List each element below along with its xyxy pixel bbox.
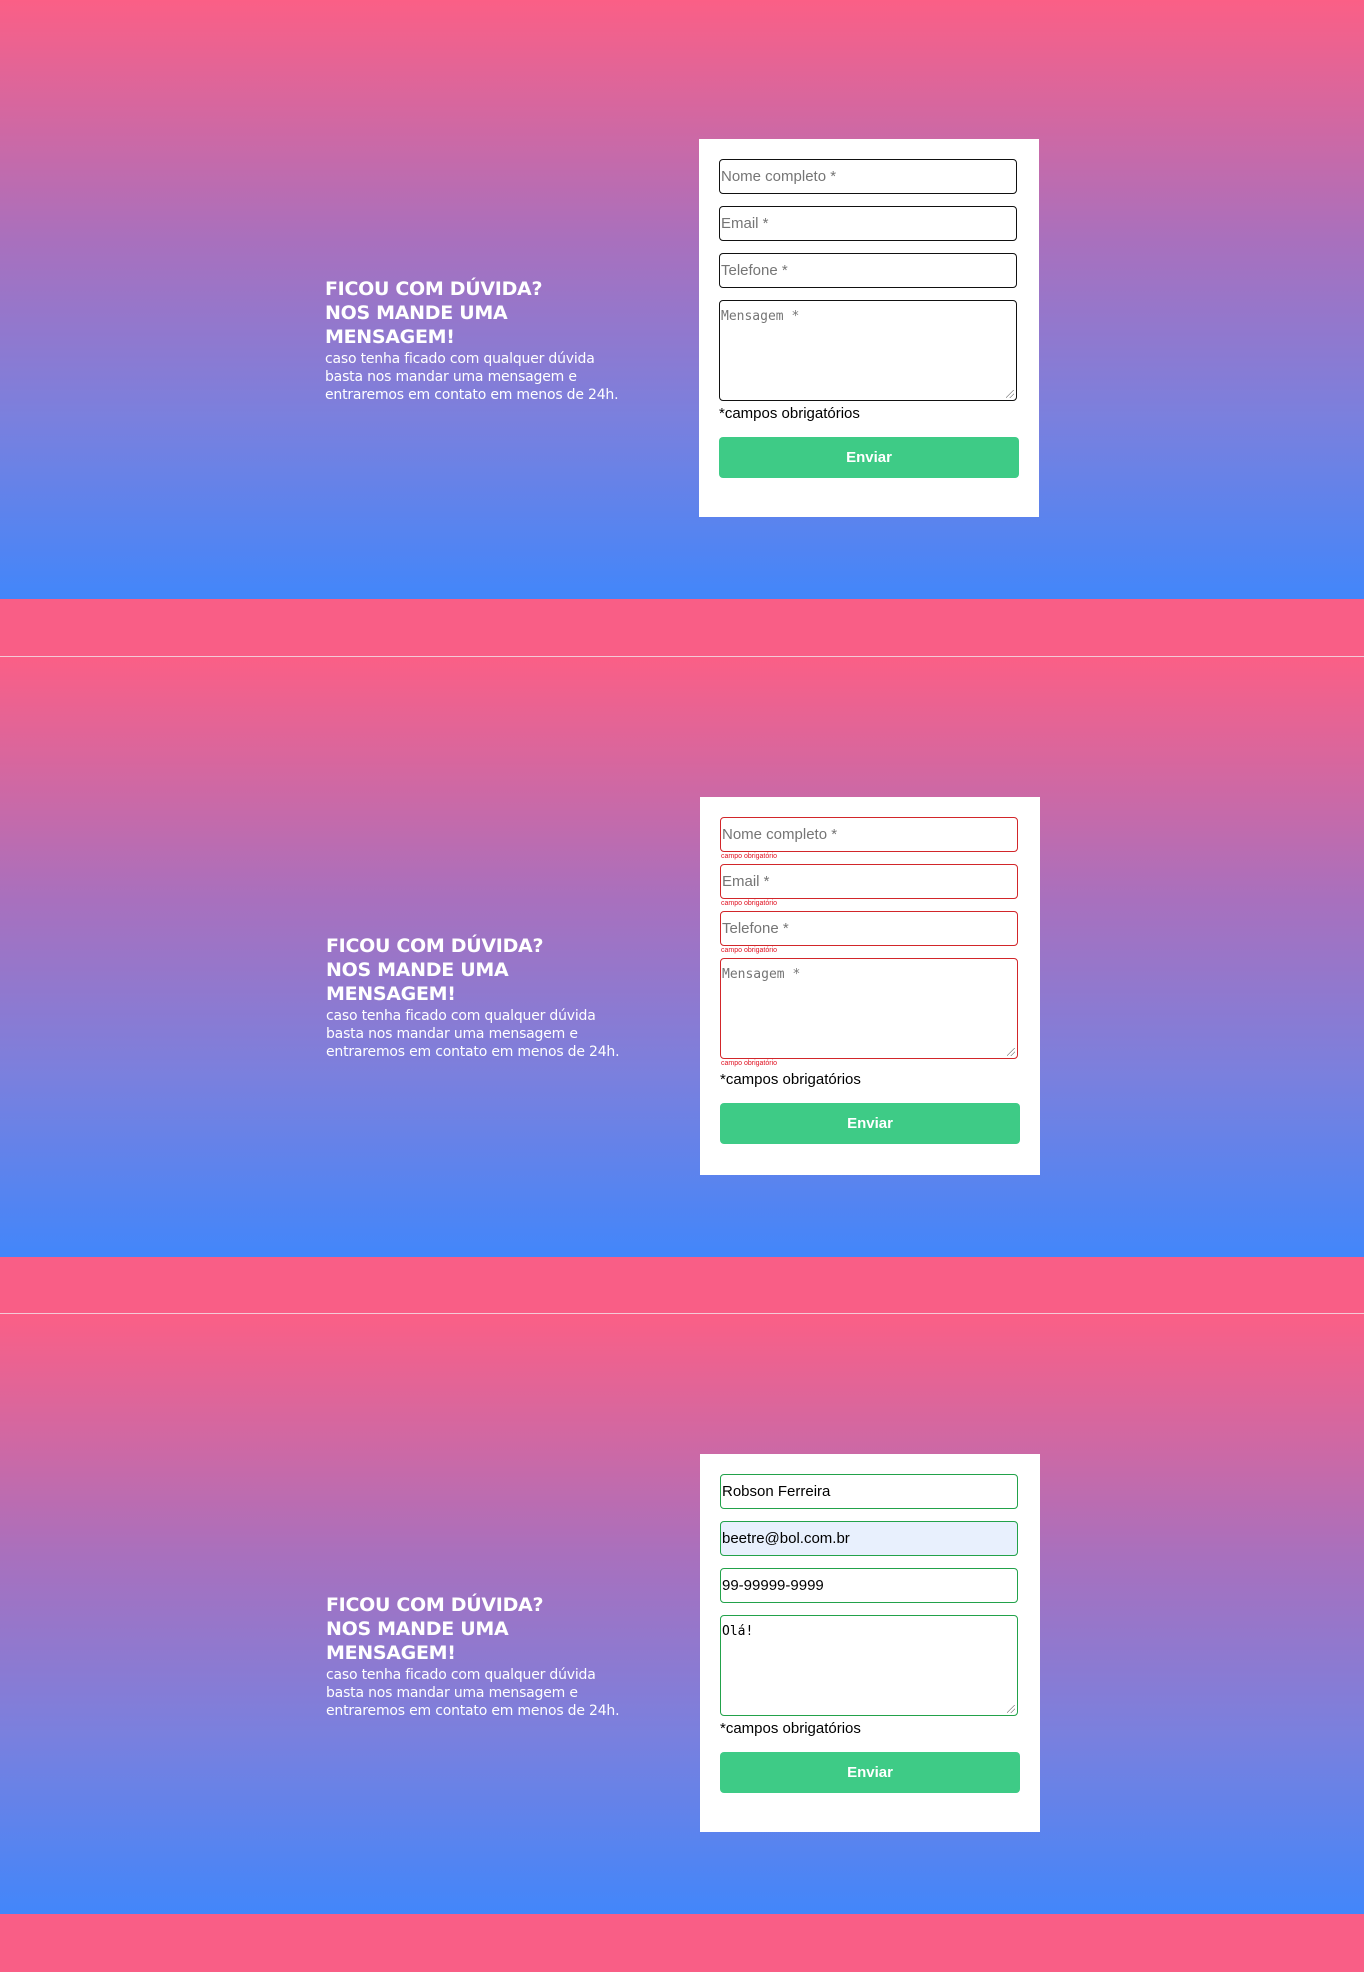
name-placeholder: Nome completo * [721, 168, 837, 185]
intro-body: caso tenha ficado com qualquer dúvida ba… [325, 350, 635, 404]
submit-button[interactable]: Enviar [720, 1103, 1020, 1144]
email-input[interactable]: Email * [719, 206, 1017, 241]
message-placeholder: Mensagem * [722, 967, 801, 982]
contact-form: Nome completo * campo obrigatório Email … [700, 797, 1040, 1175]
email-placeholder: Email * [722, 873, 770, 890]
name-placeholder: Nome completo * [722, 826, 838, 843]
phone-value: 99-99999-9999 [722, 1577, 824, 1594]
phone-error: campo obrigatório [721, 947, 778, 954]
body-line-2: basta nos mandar uma mensagem e [325, 369, 577, 385]
resize-handle-icon[interactable] [1007, 1048, 1015, 1056]
intro-text: FICOU COM DÚVIDA? NOS MANDE UMA MENSAGEM… [325, 277, 635, 404]
title-line-1: FICOU COM DÚVIDA? [326, 1594, 544, 1616]
contact-form: Robson Ferreira beetre@bol.com.br 99-999… [700, 1454, 1040, 1832]
body-line-1: caso tenha ficado com qualquer dúvida [326, 1667, 596, 1683]
title-line-1: FICOU COM DÚVIDA? [325, 278, 543, 300]
required-note: *campos obrigatórios [719, 405, 860, 422]
phone-input[interactable]: Telefone * [719, 253, 1017, 288]
intro-text: FICOU COM DÚVIDA? NOS MANDE UMA MENSAGEM… [326, 1593, 636, 1720]
intro-title: FICOU COM DÚVIDA? NOS MANDE UMA MENSAGEM… [326, 1593, 636, 1665]
message-placeholder: Mensagem * [721, 309, 800, 324]
body-line-3: entraremos em contato em menos de 24h. [326, 1703, 620, 1719]
name-value: Robson Ferreira [722, 1483, 831, 1500]
contact-section-filled: FICOU COM DÚVIDA? NOS MANDE UMA MENSAGEM… [0, 1314, 1364, 1914]
message-error: campo obrigatório [721, 1060, 778, 1067]
intro-body: caso tenha ficado com qualquer dúvida ba… [326, 1666, 636, 1720]
body-line-2: basta nos mandar uma mensagem e [326, 1026, 578, 1042]
name-input[interactable]: Nome completo * [720, 817, 1018, 852]
title-line-2: NOS MANDE UMA MENSAGEM! [326, 959, 509, 1005]
name-input[interactable]: Robson Ferreira [720, 1474, 1018, 1509]
intro-title: FICOU COM DÚVIDA? NOS MANDE UMA MENSAGEM… [326, 934, 636, 1006]
phone-placeholder: Telefone * [722, 920, 789, 937]
message-textarea[interactable]: Olá! [720, 1615, 1018, 1716]
body-line-1: caso tenha ficado com qualquer dúvida [325, 351, 595, 367]
title-line-2: NOS MANDE UMA MENSAGEM! [325, 302, 508, 348]
email-input[interactable]: Email * [720, 864, 1018, 899]
title-line-1: FICOU COM DÚVIDA? [326, 935, 544, 957]
email-error: campo obrigatório [721, 900, 778, 907]
phone-input[interactable]: 99-99999-9999 [720, 1568, 1018, 1603]
submit-button[interactable]: Enviar [719, 437, 1019, 478]
required-note: *campos obrigatórios [720, 1720, 861, 1737]
message-textarea[interactable]: Mensagem * [720, 958, 1018, 1059]
name-error: campo obrigatório [721, 853, 778, 860]
intro-title: FICOU COM DÚVIDA? NOS MANDE UMA MENSAGEM… [325, 277, 635, 349]
required-note: *campos obrigatórios [720, 1071, 861, 1088]
message-textarea[interactable]: Mensagem * [719, 300, 1017, 401]
body-line-3: entraremos em contato em menos de 24h. [325, 387, 619, 403]
resize-handle-icon[interactable] [1007, 1705, 1015, 1713]
email-placeholder: Email * [721, 215, 769, 232]
resize-handle-icon[interactable] [1006, 390, 1014, 398]
name-input[interactable]: Nome completo * [719, 159, 1017, 194]
contact-section-error: FICOU COM DÚVIDA? NOS MANDE UMA MENSAGEM… [0, 657, 1364, 1257]
email-value: beetre@bol.com.br [722, 1530, 850, 1547]
body-line-2: basta nos mandar uma mensagem e [326, 1685, 578, 1701]
intro-text: FICOU COM DÚVIDA? NOS MANDE UMA MENSAGEM… [326, 934, 636, 1061]
intro-body: caso tenha ficado com qualquer dúvida ba… [326, 1007, 636, 1061]
body-line-1: caso tenha ficado com qualquer dúvida [326, 1008, 596, 1024]
contact-section-default: FICOU COM DÚVIDA? NOS MANDE UMA MENSAGEM… [0, 0, 1364, 599]
body-line-3: entraremos em contato em menos de 24h. [326, 1044, 620, 1060]
contact-form: Nome completo * Email * Telefone * Mensa… [699, 139, 1039, 517]
email-input[interactable]: beetre@bol.com.br [720, 1521, 1018, 1556]
title-line-2: NOS MANDE UMA MENSAGEM! [326, 1618, 509, 1664]
phone-input[interactable]: Telefone * [720, 911, 1018, 946]
message-value: Olá! [722, 1624, 754, 1639]
phone-placeholder: Telefone * [721, 262, 788, 279]
submit-button[interactable]: Enviar [720, 1752, 1020, 1793]
